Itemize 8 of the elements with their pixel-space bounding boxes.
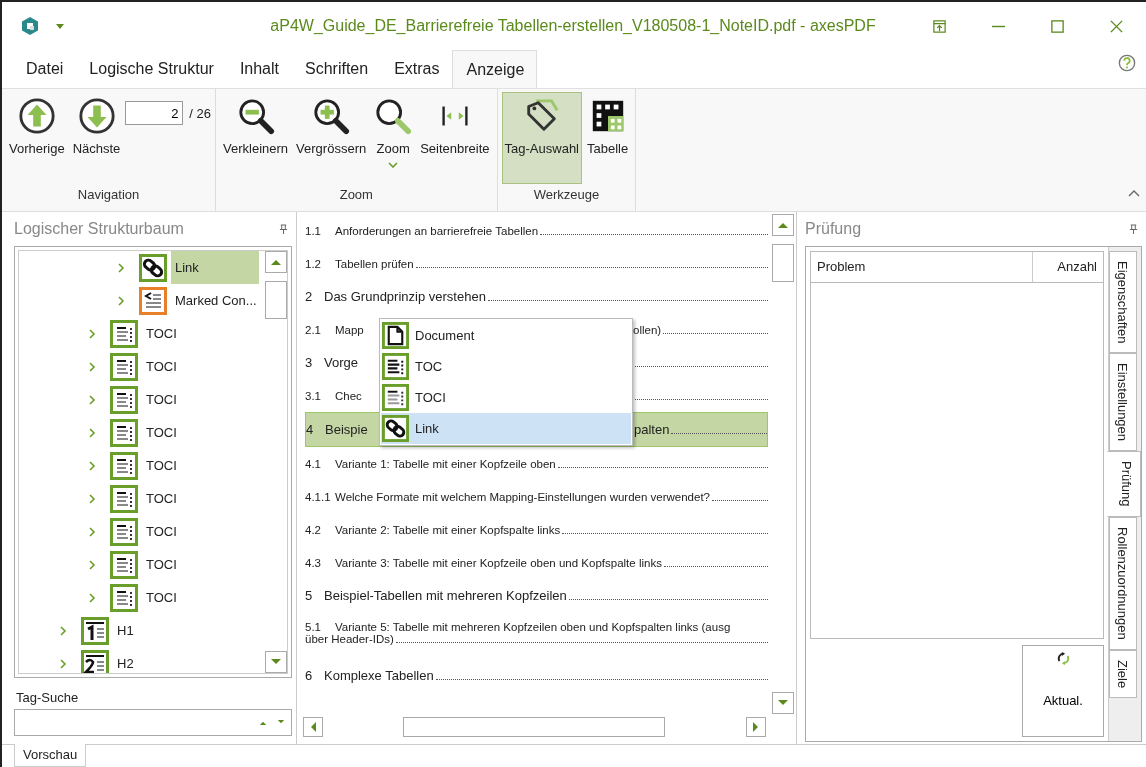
- window-title: aP4W_Guide_DE_Barrierefreie Tabellen-erstellen_V180508-1_NoteID.pdf - axesPDF: [269, 17, 877, 35]
- group-label: Zoom: [338, 187, 374, 204]
- panel-title: Prüfung: [805, 220, 862, 238]
- group-label: Navigation: [76, 187, 141, 204]
- group-label: Werkzeuge: [532, 187, 601, 204]
- search-label: Tag-Suche: [16, 690, 80, 705]
- panel-title: Logischer Strukturbaum: [14, 220, 184, 238]
- page-total: / 26: [189, 105, 212, 121]
